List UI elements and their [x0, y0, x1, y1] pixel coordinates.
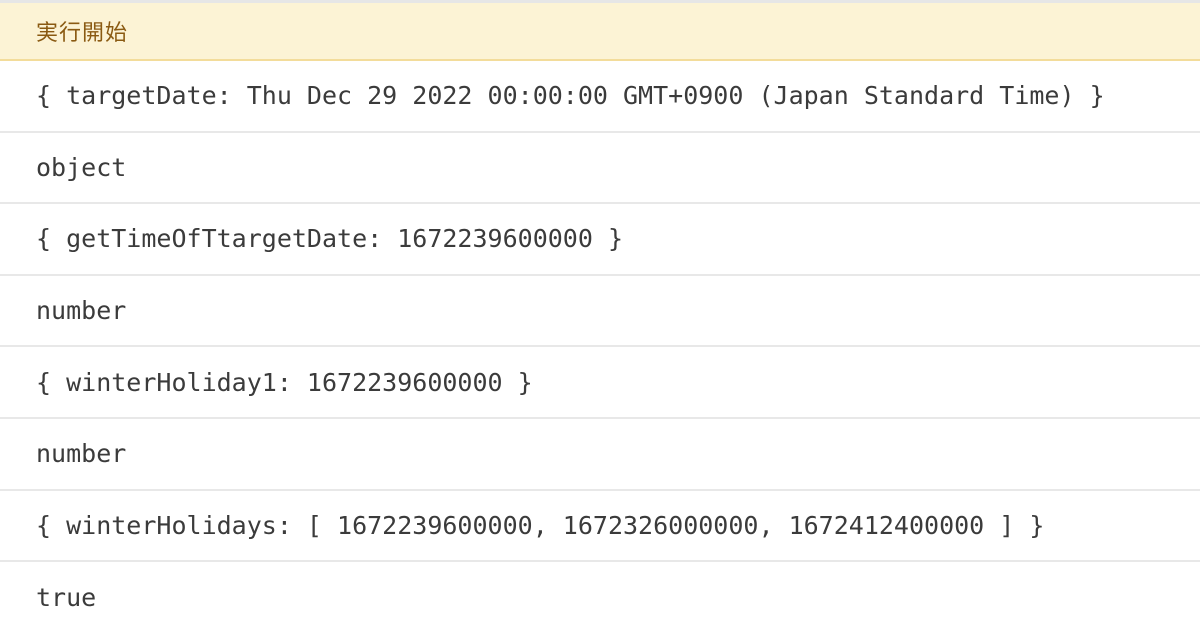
- log-entry: { getTimeOfTtargetDate: 1672239600000 }: [0, 204, 1200, 276]
- log-entry-text: true: [36, 583, 97, 613]
- log-entry-text: number: [36, 296, 127, 326]
- log-entry-text: { getTimeOfTtargetDate: 1672239600000 }: [36, 224, 623, 254]
- log-entry-text: { winterHoliday1: 1672239600000 }: [36, 367, 533, 397]
- log-entry: { winterHolidays: [ 1672239600000, 16723…: [0, 490, 1200, 563]
- execution-start-header: 実行開始: [0, 3, 1200, 61]
- log-entry: number: [0, 418, 1200, 491]
- log-entry: true: [0, 562, 1200, 628]
- log-entry-text: { winterHolidays: [ 1672239600000, 16723…: [36, 510, 1045, 540]
- log-entry-text: object: [36, 152, 127, 182]
- log-entry: { targetDate: Thu Dec 29 2022 00:00:00 G…: [0, 61, 1200, 133]
- log-entry: { winterHoliday1: 1672239600000 }: [0, 347, 1200, 419]
- log-entry: object: [0, 132, 1200, 205]
- log-entry-text: { targetDate: Thu Dec 29 2022 00:00:00 G…: [36, 81, 1105, 111]
- execution-start-label: 実行開始: [36, 21, 129, 46]
- log-entry-text: number: [36, 439, 127, 469]
- log-entry: number: [0, 275, 1200, 348]
- console-log-panel: 実行開始 { targetDate: Thu Dec 29 2022 00:00…: [0, 0, 1200, 628]
